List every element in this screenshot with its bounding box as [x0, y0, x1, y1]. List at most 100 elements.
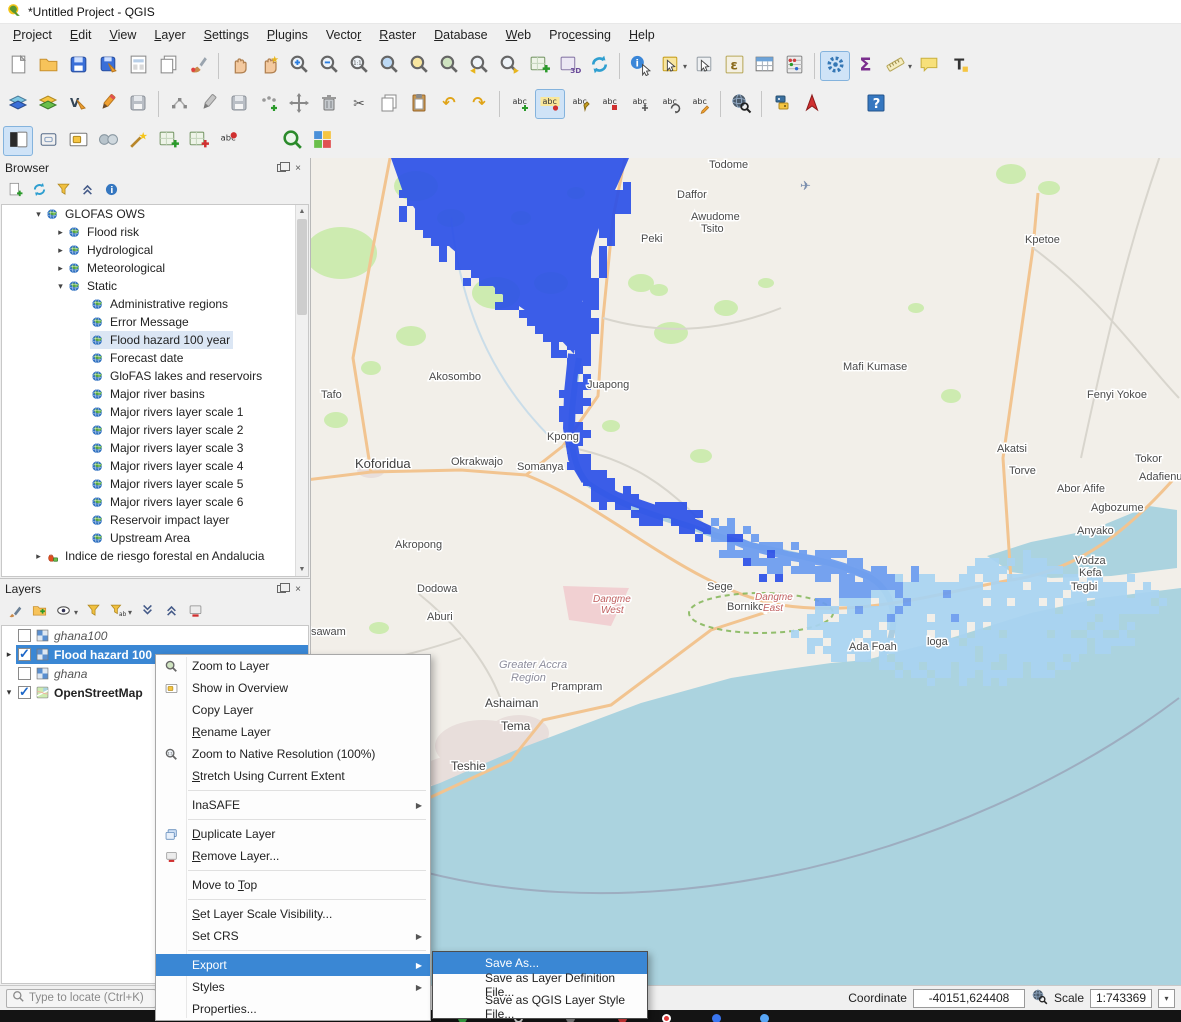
context-zoom-to-layer[interactable]: Zoom to Layer: [156, 655, 430, 677]
browser-properties-button[interactable]: i: [100, 180, 122, 202]
taskbar-icon[interactable]: [712, 1014, 721, 1022]
browser-item-major-rivers-layer-scale-6[interactable]: Major rivers layer scale 6: [2, 493, 295, 511]
menu-help[interactable]: Help: [620, 26, 664, 44]
inasafe-wizard-button[interactable]: ★: [123, 126, 153, 156]
collapse-arrow-icon[interactable]: ▾: [54, 281, 67, 292]
layer-visibility-checkbox[interactable]: [18, 667, 31, 680]
pan-to-selection-button[interactable]: ★: [254, 51, 284, 81]
collapse-all-layers-button[interactable]: [160, 601, 182, 623]
zoom-to-selection-button[interactable]: [404, 51, 434, 81]
scroll-down-icon[interactable]: ▼: [296, 563, 308, 576]
select-by-expression-button[interactable]: ε: [719, 51, 749, 81]
save-edits-button[interactable]: [224, 89, 254, 119]
add-vector-layer-button[interactable]: [3, 89, 33, 119]
browser-close-button[interactable]: ×: [291, 162, 305, 174]
zoom-next-button[interactable]: [494, 51, 524, 81]
context-move-to-top[interactable]: Move to Top: [156, 874, 430, 896]
menu-database[interactable]: Database: [425, 26, 497, 44]
save-project-as-button[interactable]: [93, 51, 123, 81]
highlight-labels-button[interactable]: abc: [535, 89, 565, 119]
context-set-layer-scale-visibility[interactable]: Set Layer Scale Visibility...: [156, 903, 430, 925]
browser-item-administrative-regions[interactable]: Administrative regions: [2, 295, 295, 313]
layer-labeling-button[interactable]: abc: [505, 89, 535, 119]
open-project-button[interactable]: [33, 51, 63, 81]
browser-item-flood-hazard-100-year[interactable]: Flood hazard 100 year: [2, 331, 295, 349]
context-show-in-overview[interactable]: Show in Overview: [156, 677, 430, 699]
browser-item-glofas-ows[interactable]: ▾GLOFAS OWS: [2, 205, 295, 223]
refresh-browser-button[interactable]: [28, 180, 50, 202]
browser-item-major-rivers-layer-scale-4[interactable]: Major rivers layer scale 4: [2, 457, 295, 475]
add-record-button[interactable]: [254, 89, 284, 119]
measure-line-button[interactable]: [880, 51, 910, 81]
move-feature-button[interactable]: [284, 89, 314, 119]
taskbar-icon[interactable]: [760, 1014, 769, 1022]
context-styles[interactable]: Styles▶: [156, 976, 430, 998]
expand-arrow-icon[interactable]: ▸: [54, 245, 67, 256]
expand-arrow-icon[interactable]: ▸: [32, 551, 45, 562]
browser-item-forecast-date[interactable]: Forecast date: [2, 349, 295, 367]
browser-float-button[interactable]: [274, 162, 288, 174]
style-manager-button[interactable]: [183, 51, 213, 81]
add-raster-layer-button[interactable]: [33, 89, 63, 119]
new-shapefile-layer-button[interactable]: V: [63, 89, 93, 119]
pan-map-button[interactable]: [224, 51, 254, 81]
browser-item-error-message[interactable]: Error Message: [2, 313, 295, 331]
menu-project[interactable]: Project: [4, 26, 61, 44]
inasafe-extent-button[interactable]: [33, 126, 63, 156]
add-selected-layers-button[interactable]: [4, 180, 26, 202]
layer-expand-icon[interactable]: ▸: [2, 649, 16, 660]
map-canvas[interactable]: ✈TodomeDafforAwudomeTsitoPekiKpetoeMafi …: [311, 158, 1181, 985]
browser-item-upstream-area[interactable]: Upstream Area: [2, 529, 295, 547]
menu-raster[interactable]: Raster: [370, 26, 425, 44]
menu-web[interactable]: Web: [497, 26, 540, 44]
add-map-red-button[interactable]: [183, 126, 213, 156]
browser-item-meteorological[interactable]: ▸Meteorological: [2, 259, 295, 277]
toggle-editing-button[interactable]: [93, 89, 123, 119]
inasafe-analysis-area-button[interactable]: [63, 126, 93, 156]
geocode-search-button[interactable]: [277, 126, 307, 156]
context-stretch-using-current-extent[interactable]: Stretch Using Current Extent: [156, 765, 430, 787]
scroll-up-icon[interactable]: ▲: [296, 205, 308, 218]
browser-item-static[interactable]: ▾Static: [2, 277, 295, 295]
python-console-button[interactable]: [767, 89, 797, 119]
show-pinned-labels-button[interactable]: abc: [595, 89, 625, 119]
undo-button[interactable]: ↶: [434, 89, 464, 119]
collapse-arrow-icon[interactable]: ▾: [32, 209, 45, 220]
scale-combobox[interactable]: 1:743369: [1090, 989, 1152, 1008]
new-3d-map-view-button[interactable]: 3D: [554, 51, 584, 81]
context-duplicate-layer[interactable]: Duplicate Layer: [156, 823, 430, 845]
refresh-map-button[interactable]: [584, 51, 614, 81]
expand-arrow-icon[interactable]: ▸: [54, 227, 67, 238]
scale-dropdown-button[interactable]: ▾: [1158, 989, 1175, 1008]
browser-scrollbar[interactable]: ▲ ▼: [295, 205, 308, 576]
layer-visibility-checkbox[interactable]: [18, 686, 31, 699]
menu-edit[interactable]: Edit: [61, 26, 101, 44]
manage-map-themes-button[interactable]: [52, 601, 74, 623]
manage-map-themes-dropdown-icon[interactable]: ▾: [74, 608, 78, 617]
context-copy-layer[interactable]: Copy Layer: [156, 699, 430, 721]
new-print-layout-button[interactable]: [123, 51, 153, 81]
select-features-button[interactable]: [655, 51, 685, 81]
delete-selected-button[interactable]: [314, 89, 344, 119]
zoom-in-button[interactable]: [284, 51, 314, 81]
browser-item-major-rivers-layer-scale-1[interactable]: Major rivers layer scale 1: [2, 403, 295, 421]
browser-item-major-rivers-layer-scale-3[interactable]: Major rivers layer scale 3: [2, 439, 295, 457]
select-features-dropdown-icon[interactable]: ▾: [683, 62, 687, 71]
paste-features-button[interactable]: [404, 89, 434, 119]
layer-row-ghana100[interactable]: ghana100: [2, 626, 308, 645]
extent-globe-icon[interactable]: [1031, 988, 1048, 1008]
context-zoom-to-native-resolution-100[interactable]: 1:1Zoom to Native Resolution (100%): [156, 743, 430, 765]
inasafe-globes-button[interactable]: [93, 126, 123, 156]
layers-float-button[interactable]: [274, 583, 288, 595]
quickmapservices-button[interactable]: [307, 126, 337, 156]
menu-view[interactable]: View: [100, 26, 145, 44]
remove-layer-group-button[interactable]: [184, 601, 206, 623]
deselect-features-button[interactable]: [689, 51, 719, 81]
menu-settings[interactable]: Settings: [195, 26, 258, 44]
menu-layer[interactable]: Layer: [145, 26, 194, 44]
current-edits-button[interactable]: [194, 89, 224, 119]
locate-search-input[interactable]: Type to locate (Ctrl+K): [6, 989, 156, 1008]
context-set-crs[interactable]: Set CRS▶: [156, 925, 430, 947]
layer-expand-icon[interactable]: ▾: [2, 687, 16, 698]
menu-processing[interactable]: Processing: [540, 26, 620, 44]
